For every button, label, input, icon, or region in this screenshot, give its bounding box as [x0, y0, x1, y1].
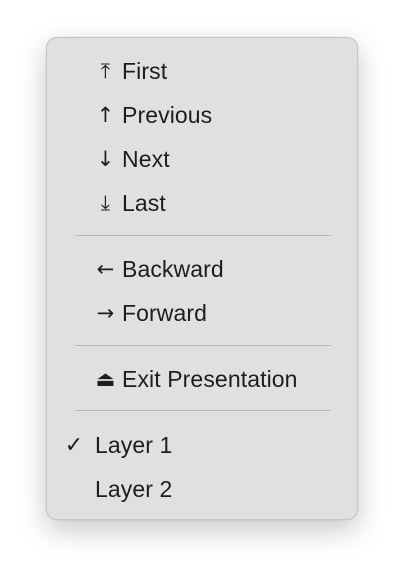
menu-item-label: Exit Presentation [122, 365, 298, 392]
menu-item-layer-2[interactable]: Layer 2 [47, 469, 357, 509]
menu-separator [75, 235, 331, 236]
arrow-to-bottom-icon: ⤓ [100, 190, 111, 215]
arrow-left-icon: ← [96, 257, 115, 281]
menu-item-layer-1[interactable]: ✓ Layer 1 [47, 425, 357, 465]
menu-item-label: Layer 1 [95, 431, 173, 458]
menu-item-previous[interactable]: ↑ Previous [47, 95, 357, 135]
menu-item-exit-presentation[interactable]: ⏏ Exit Presentation [47, 359, 357, 399]
menu-item-label: Layer 2 [95, 475, 173, 502]
menu-item-label: Last [122, 189, 166, 216]
menu-item-forward[interactable]: → Forward [47, 293, 357, 333]
context-menu: ⤒ First ↑ Previous ↓ Next ⤓ Last ← Backw… [46, 37, 358, 520]
arrow-to-top-icon: ⤒ [100, 58, 111, 83]
arrow-right-icon: → [96, 301, 115, 325]
menu-separator [75, 410, 331, 411]
menu-item-next[interactable]: ↓ Next [47, 139, 357, 179]
menu-item-last[interactable]: ⤓ Last [47, 183, 357, 223]
menu-separator [75, 345, 331, 346]
checkmark-icon: ✓ [64, 432, 84, 457]
menu-item-backward[interactable]: ← Backward [47, 249, 357, 289]
menu-item-label: Backward [122, 255, 224, 282]
menu-item-label: Next [122, 145, 170, 172]
menu-item-label: Forward [122, 299, 208, 326]
menu-item-label: First [122, 57, 168, 84]
menu-item-first[interactable]: ⤒ First [47, 51, 357, 91]
arrow-up-icon: ↑ [96, 103, 115, 127]
eject-icon: ⏏ [95, 367, 116, 391]
menu-item-label: Previous [122, 101, 213, 128]
arrow-down-icon: ↓ [96, 147, 115, 171]
